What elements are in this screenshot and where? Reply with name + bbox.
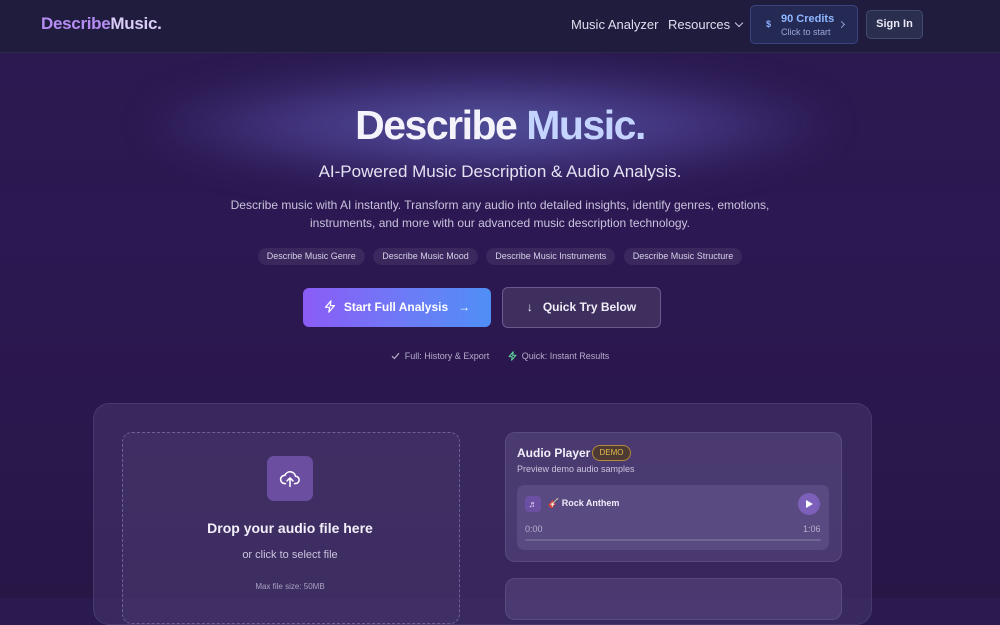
dropzone-title: Drop your audio file here xyxy=(207,520,373,536)
dropzone-max-size: Max file size: 50MB xyxy=(255,582,325,591)
arrow-right-icon: → xyxy=(458,300,471,314)
tag-mood[interactable]: Describe Music Mood xyxy=(373,248,478,265)
music-note-icon: ♬ xyxy=(525,496,541,512)
tag-instruments[interactable]: Describe Music Instruments xyxy=(486,248,616,265)
feature-tags: Describe Music Genre Describe Music Mood… xyxy=(0,246,1000,265)
hero-description: Describe music with AI instantly. Transf… xyxy=(230,198,770,230)
hint-quick-label: Quick: Instant Results xyxy=(521,351,610,361)
mode-hints: Full: History & Export Quick: Instant Re… xyxy=(0,350,1000,362)
top-nav: DescribeMusic. Music Analyzer Resources … xyxy=(0,0,1000,53)
dropzone-subtitle: or click to select file xyxy=(242,549,338,561)
hero-subtitle: AI-Powered Music Description & Audio Ana… xyxy=(318,162,682,181)
hero-title: Describe Music. xyxy=(0,102,1000,149)
hint-full: Full: History & Export xyxy=(391,351,490,361)
chevron-down-icon xyxy=(734,18,744,28)
hero-title-part1: Describe xyxy=(355,102,518,148)
audio-player-subtitle: Preview demo audio samples xyxy=(517,464,635,474)
nav-link-music-analyzer[interactable]: Music Analyzer xyxy=(571,17,658,32)
check-icon xyxy=(391,352,400,359)
time-current: 0:00 xyxy=(525,524,543,534)
chevron-right-icon xyxy=(837,20,846,29)
hint-quick: Quick: Instant Results xyxy=(508,350,610,362)
credits-subtitle: Click to start xyxy=(781,27,831,37)
quick-try-label: Quick Try Below xyxy=(542,300,637,314)
bolt-icon xyxy=(508,350,517,361)
secondary-card xyxy=(505,578,842,620)
start-full-analysis-label: Start Full Analysis xyxy=(343,300,449,314)
nav-link-resources[interactable]: Resources xyxy=(668,17,744,32)
play-icon xyxy=(806,500,813,508)
logo[interactable]: DescribeMusic. xyxy=(41,14,162,34)
credits-title: 90 Credits xyxy=(781,13,835,25)
arrow-down-icon: ↓ xyxy=(526,300,533,314)
hero-title-part2: Music. xyxy=(526,102,646,148)
time-total: 1:06 xyxy=(803,524,821,534)
tag-structure[interactable]: Describe Music Structure xyxy=(623,248,743,265)
start-full-analysis-button[interactable]: Start Full Analysis → xyxy=(303,288,491,327)
audio-player-title: Audio Player xyxy=(517,446,591,460)
sign-in-button[interactable]: Sign In xyxy=(866,10,923,39)
demo-badge: DEMO xyxy=(592,445,631,461)
logo-part2: Music. xyxy=(110,14,162,33)
credits-button[interactable]: $ 90 Credits Click to start xyxy=(750,5,858,44)
dollar-icon: $ xyxy=(766,19,772,29)
quick-try-button[interactable]: ↓ Quick Try Below xyxy=(502,287,661,328)
play-button[interactable] xyxy=(798,493,820,515)
cloud-upload-icon xyxy=(279,471,300,488)
hint-full-label: Full: History & Export xyxy=(404,351,490,361)
tag-genre[interactable]: Describe Music Genre xyxy=(257,248,365,265)
nav-link-resources-label: Resources xyxy=(668,17,731,32)
bolt-icon xyxy=(324,300,335,314)
track-name: 🎸 Rock Anthem xyxy=(548,498,620,508)
upload-icon-box xyxy=(267,456,313,501)
logo-part1: Describe xyxy=(41,14,111,33)
playback-progress-bar[interactable] xyxy=(525,539,821,541)
